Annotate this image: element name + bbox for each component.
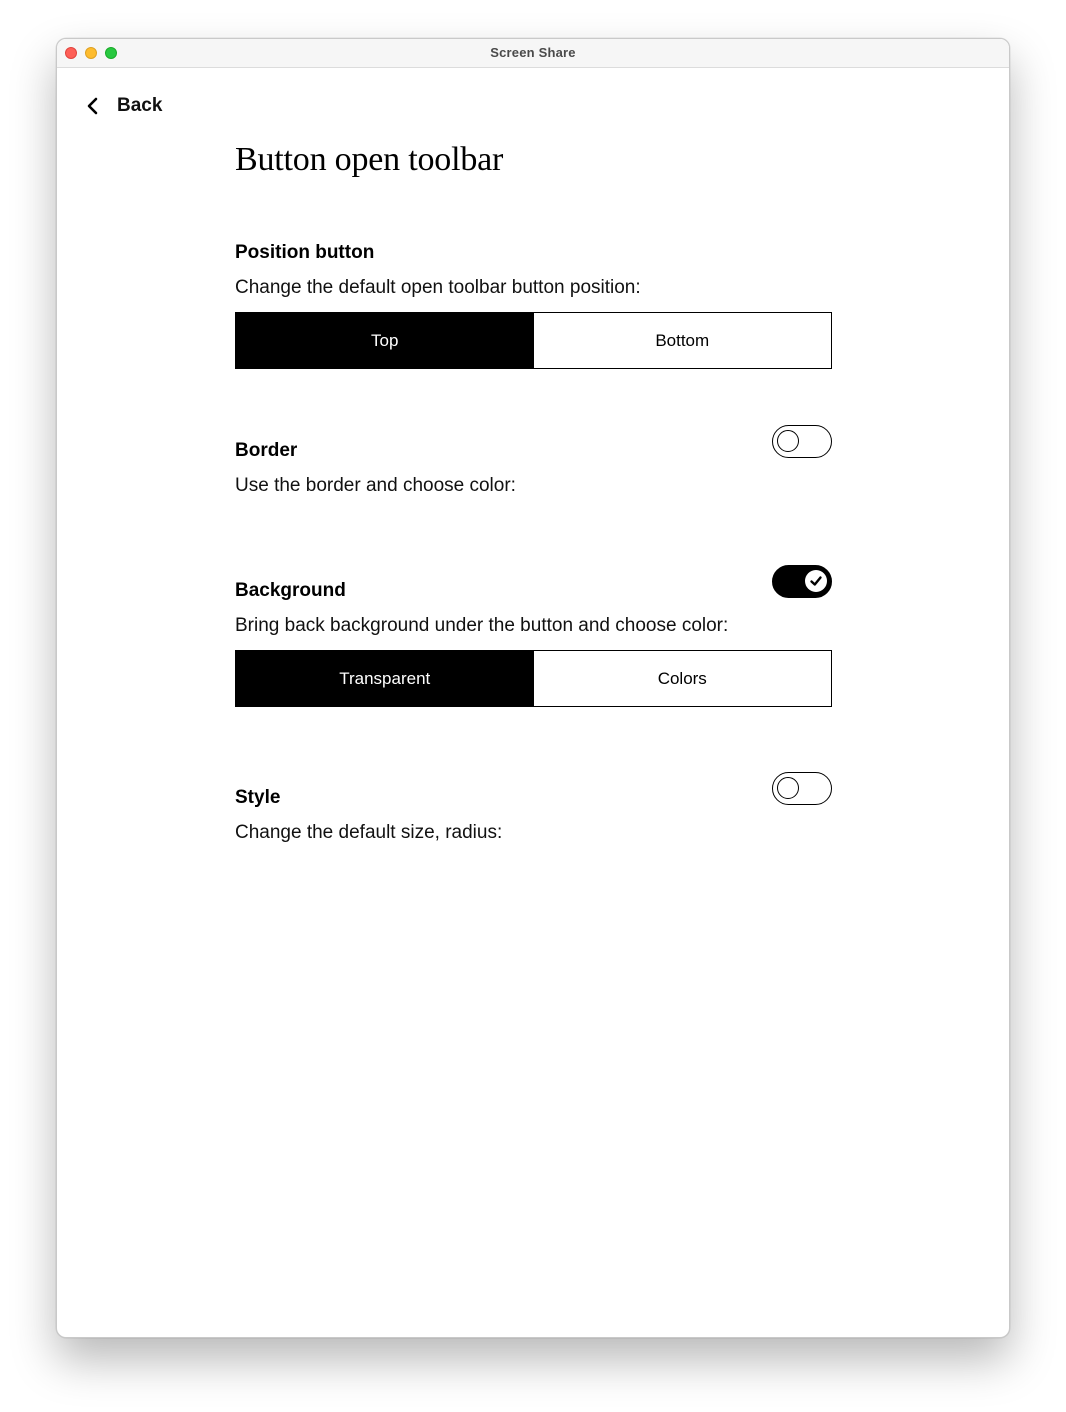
section-description: Bring back background under the button a…	[235, 615, 729, 636]
toggle-knob	[777, 430, 799, 452]
toggle-knob	[777, 777, 799, 799]
background-option-transparent[interactable]: Transparent	[236, 651, 534, 706]
chevron-left-icon	[83, 96, 103, 116]
section-title: Border	[235, 440, 298, 461]
title-bar: Screen Share	[57, 39, 1009, 68]
background-toggle[interactable]	[772, 565, 832, 598]
toggle-knob	[805, 570, 827, 592]
position-option-top[interactable]: Top	[236, 313, 534, 368]
border-section: Border Use the border and choose color:	[235, 425, 832, 498]
section-title: Style	[235, 787, 281, 808]
section-title: Position button	[235, 242, 375, 263]
background-option-colors[interactable]: Colors	[533, 651, 831, 706]
back-label: Back	[117, 95, 163, 116]
section-description: Change the default open toolbar button p…	[235, 277, 641, 298]
position-section: Position button Change the default open …	[235, 241, 832, 369]
background-segmented-control: Transparent Colors	[235, 650, 832, 707]
window-title: Screen Share	[490, 45, 576, 60]
style-toggle[interactable]	[772, 772, 832, 805]
position-option-bottom[interactable]: Bottom	[533, 313, 831, 368]
back-button[interactable]: Back	[83, 91, 162, 121]
page-title: Button open toolbar	[235, 141, 504, 178]
background-section: Background Bring back background under t…	[235, 565, 832, 707]
checkmark-icon	[810, 576, 822, 586]
border-toggle[interactable]	[772, 425, 832, 458]
section-title: Background	[235, 580, 346, 601]
app-window: Screen Share Back Button open toolbar Po…	[56, 38, 1010, 1338]
style-section: Style Change the default size, radius:	[235, 772, 832, 845]
section-description: Use the border and choose color:	[235, 475, 516, 496]
section-description: Change the default size, radius:	[235, 822, 503, 843]
position-segmented-control: Top Bottom	[235, 312, 832, 369]
